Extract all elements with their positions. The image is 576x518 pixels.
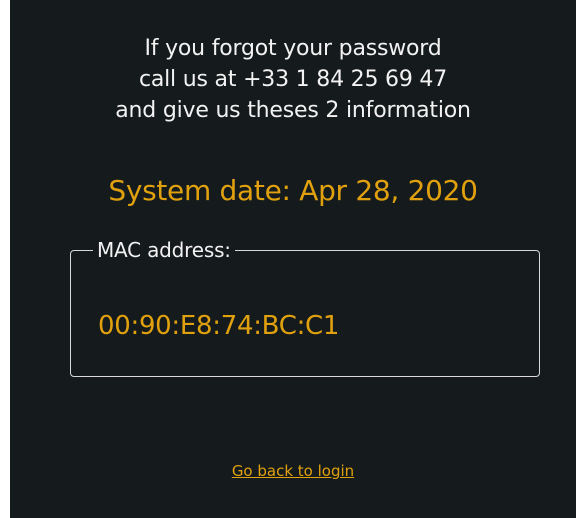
help-line-3: and give us theses 2 information	[115, 98, 471, 124]
mac-address-label: MAC address:	[93, 237, 235, 263]
back-link-container: Go back to login	[10, 462, 576, 480]
system-date: System date: Apr 28, 2020	[108, 174, 478, 207]
help-line-2: call us at +33 1 84 25 69 47	[138, 67, 448, 93]
go-back-to-login-link[interactable]: Go back to login	[232, 462, 354, 480]
help-message: If you forgot your password call us at +…	[10, 33, 576, 127]
forgot-password-panel: If you forgot your password call us at +…	[10, 0, 576, 518]
mac-address-value: 00:90:E8:74:BC:C1	[98, 311, 340, 341]
mac-address-fieldset: MAC address: 00:90:E8:74:BC:C1	[70, 237, 540, 377]
help-line-1: If you forgot your password	[144, 36, 442, 61]
